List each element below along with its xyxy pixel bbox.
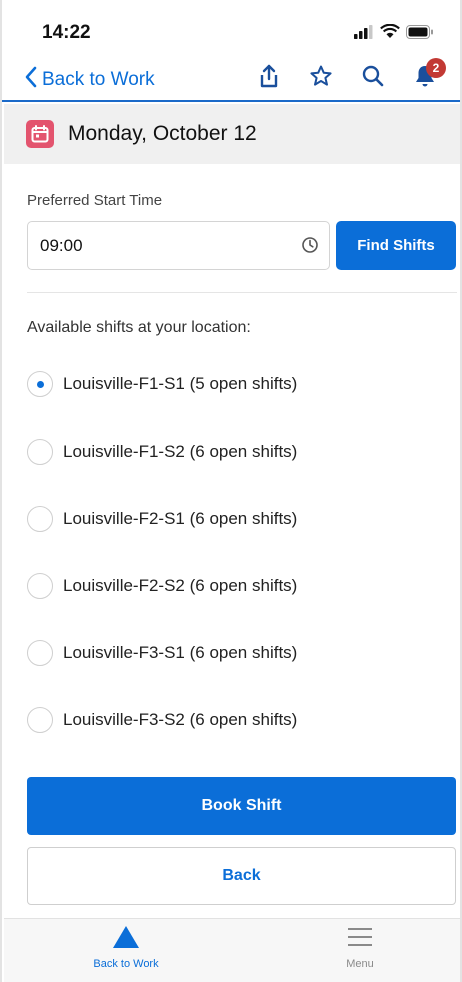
tab-menu[interactable]: Menu [290,925,430,979]
shift-option[interactable]: Louisville-F1-S2 (6 open shifts) [27,435,297,469]
tab-label: Menu [346,958,374,970]
shift-option[interactable]: Louisville-F2-S2 (6 open shifts) [27,569,297,603]
find-shifts-button[interactable]: Find Shifts [336,221,456,270]
shift-option-label: Louisville-F2-S1 (6 open shifts) [63,509,298,528]
radio-button[interactable] [27,573,53,599]
signal-icon [354,24,374,44]
status-time: 14:22 [42,22,91,43]
share-button[interactable] [254,62,284,94]
status-icons [354,23,434,44]
notification-badge: 2 [426,58,446,78]
status-bar: 14:22 [2,0,460,58]
shift-option[interactable]: Louisville-F2-S1 (6 open shifts) [27,502,297,536]
radio-button-selected[interactable] [27,371,53,397]
back-link-label: Back to Work [42,69,155,90]
radio-button[interactable] [27,439,53,465]
share-icon [258,64,280,93]
book-shift-button[interactable]: Book Shift [27,777,456,835]
back-button[interactable]: Back [27,847,456,905]
radio-button[interactable] [27,506,53,532]
tab-back-to-work[interactable]: Back to Work [56,925,196,979]
available-shifts-heading: Available shifts at your location: [27,319,251,336]
favorite-button[interactable] [306,62,336,94]
navigation-bar: Back to Work 2 [2,58,460,102]
wifi-icon [380,23,400,44]
date-title: Monday, October 12 [68,122,257,145]
shift-option-label: Louisville-F3-S1 (6 open shifts) [63,643,298,662]
back-to-work-link[interactable]: Back to Work [24,66,155,94]
search-button[interactable] [358,62,388,94]
battery-icon [406,24,434,44]
start-time-value: 09:00 [40,235,83,255]
hamburger-menu-icon [346,925,374,954]
start-time-label: Preferred Start Time [27,192,163,209]
app-screen: 14:22 Back to Work 2 Monday, October 12 … [0,0,462,982]
triangle-icon [112,925,140,954]
shift-option-label: Louisville-F3-S2 (6 open shifts) [63,710,298,729]
search-icon [361,64,385,93]
nav-actions: 2 [254,58,446,94]
bottom-tab-bar: Back to Work Menu [4,918,460,982]
calendar-icon [26,120,54,148]
star-icon [309,64,333,93]
shift-option-label: Louisville-F1-S1 (5 open shifts) [63,374,298,393]
radio-button[interactable] [27,707,53,733]
notifications-button[interactable]: 2 [410,58,446,94]
shift-option[interactable]: Louisville-F1-S1 (5 open shifts) [27,367,297,401]
radio-selected-dot [36,380,44,388]
chevron-left-icon [24,66,38,94]
tab-label: Back to Work [93,958,159,970]
shift-option[interactable]: Louisville-F3-S2 (6 open shifts) [27,703,297,737]
section-divider [27,292,457,293]
shift-option-label: Louisville-F1-S2 (6 open shifts) [63,442,298,461]
radio-button[interactable] [27,640,53,666]
shift-option[interactable]: Louisville-F3-S1 (6 open shifts) [27,636,297,670]
date-header: Monday, October 12 [4,104,460,164]
clock-icon[interactable] [301,236,319,259]
start-time-input[interactable]: 09:00 [27,221,330,270]
shift-option-label: Louisville-F2-S2 (6 open shifts) [63,576,298,595]
